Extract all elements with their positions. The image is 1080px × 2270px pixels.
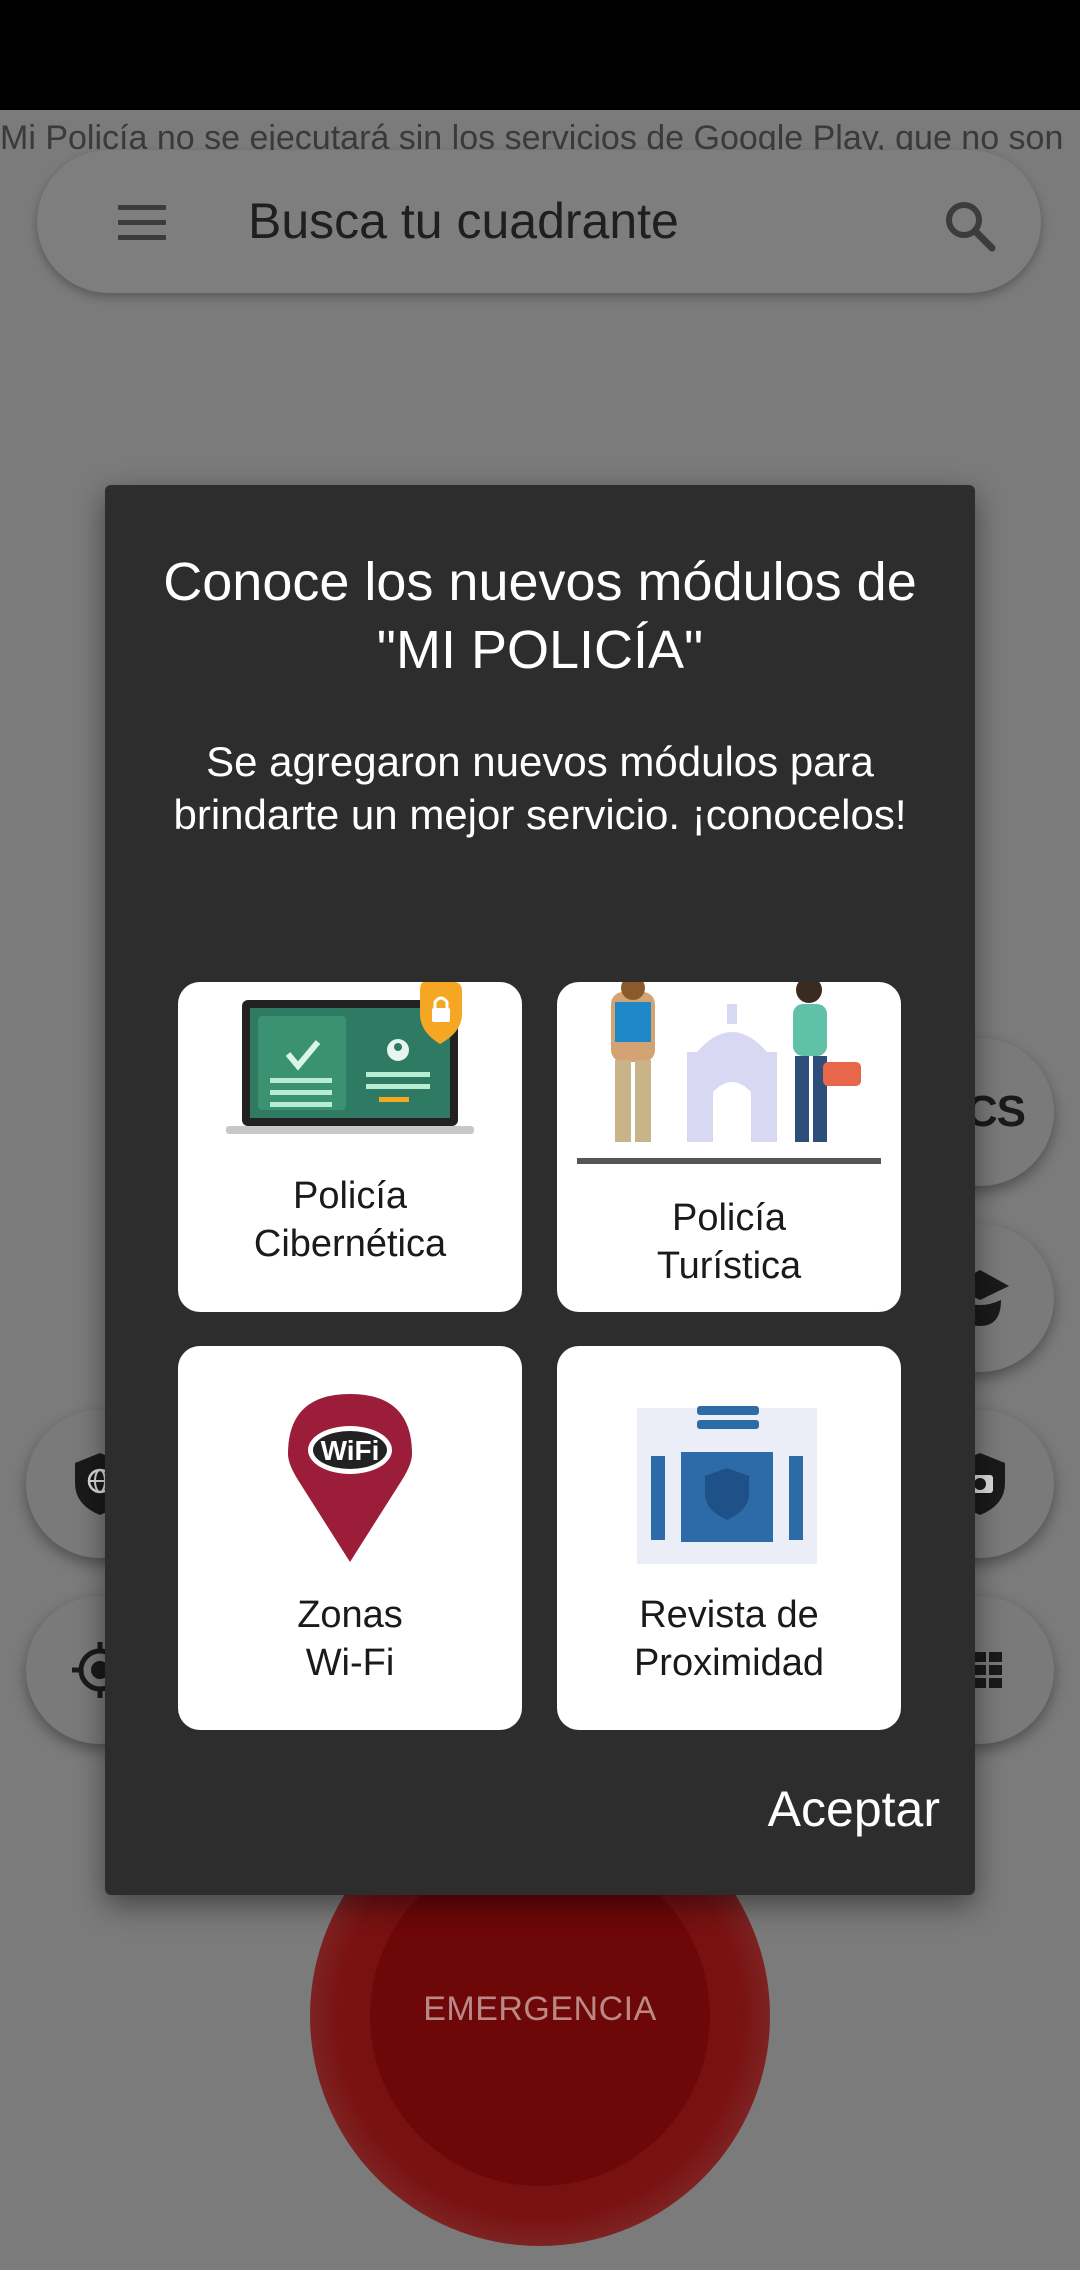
emergency-label: EMERGENCIA bbox=[423, 1990, 657, 2028]
status-bar bbox=[0, 0, 1080, 110]
card-label-line1: Policía bbox=[292, 1175, 408, 1217]
card-label-line1: Zonas bbox=[297, 1594, 403, 1636]
card-cyber-police[interactable]: Policía Cibernética bbox=[178, 982, 522, 1312]
laptop-lock-icon bbox=[226, 982, 474, 1134]
dialog-title: Conoce los nuevos módulos de "MI POLICÍA… bbox=[163, 552, 917, 680]
search-icon[interactable] bbox=[940, 196, 1000, 256]
menu-icon[interactable] bbox=[118, 205, 166, 241]
card-tourist-police[interactable]: Policía Turística bbox=[557, 982, 901, 1312]
wifi-icon-text: WiFi bbox=[321, 1435, 380, 1466]
card-label-line1: Revista de bbox=[639, 1594, 819, 1636]
card-proximity-magazine[interactable]: Revista de Proximidad bbox=[557, 1346, 901, 1730]
tourist-police-illustration bbox=[577, 982, 881, 1164]
magazine-shield-icon bbox=[637, 1406, 817, 1564]
card-label-line2: Cibernética bbox=[253, 1223, 447, 1265]
card-label-line2: Proximidad bbox=[633, 1642, 825, 1684]
card-label-line1: Policía bbox=[671, 1197, 787, 1239]
dialog-subtitle: Se agregaron nuevos módulos para brindar… bbox=[173, 738, 907, 838]
search-input[interactable]: Busca tu cuadrante bbox=[248, 192, 679, 250]
accept-button[interactable]: Aceptar bbox=[740, 1780, 940, 1838]
card-label-line2: Wi-Fi bbox=[305, 1642, 395, 1684]
card-wifi-zones[interactable]: WiFi Zonas Wi-Fi bbox=[178, 1346, 522, 1730]
card-label-line2: Turística bbox=[656, 1245, 802, 1287]
wifi-pin-icon: WiFi bbox=[288, 1394, 412, 1562]
